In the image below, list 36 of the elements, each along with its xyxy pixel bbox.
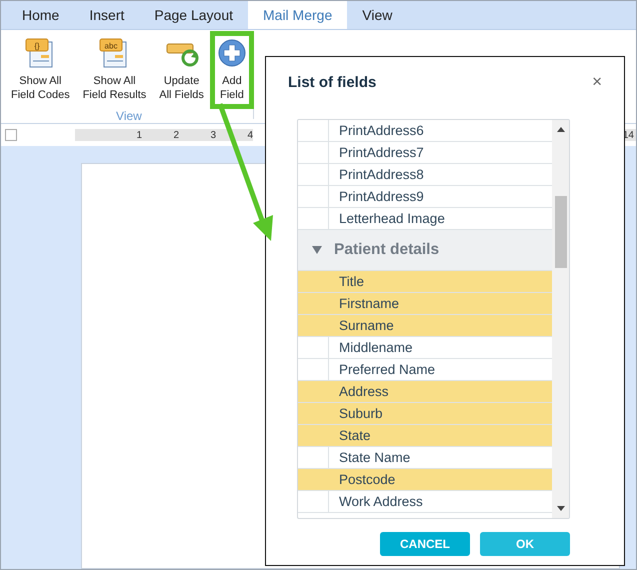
ribbon-tab[interactable]: Page Layout (139, 1, 248, 29)
close-button[interactable]: × (592, 72, 602, 92)
scroll-up-icon[interactable] (556, 126, 564, 132)
ribbon-button[interactable]: {} Show All Field Codes (4, 31, 77, 109)
field-row[interactable]: Title (298, 271, 552, 293)
ribbon-tab[interactable]: Mail Merge (248, 1, 348, 29)
field-row[interactable]: State Name (298, 447, 552, 469)
field-row[interactable]: Surname (298, 315, 552, 337)
field-row[interactable]: Address (298, 381, 552, 403)
ribbon-button[interactable]: Update All Fields (152, 31, 211, 109)
ribbon-button[interactable]: Add Field (210, 31, 254, 109)
group-label: View (115, 109, 143, 125)
field-row[interactable]: PrintAddress8 (298, 164, 552, 186)
field-row[interactable]: Letterhead Image (298, 208, 552, 230)
scroll-thumb[interactable] (554, 196, 566, 268)
ribbon-tab[interactable]: View (347, 1, 408, 29)
field-row[interactable]: Postcode (298, 469, 552, 491)
group-header[interactable]: Patient details (298, 230, 552, 271)
dialog-title: List of fields (288, 74, 376, 90)
tab-stop-icon[interactable] (5, 129, 17, 141)
plus-circle-icon (216, 38, 247, 68)
field-row[interactable]: Firstname (298, 293, 552, 315)
ribbon-button[interactable]: abc Show All Field Results (76, 31, 154, 109)
field-row[interactable]: PrintAddress6 (298, 120, 552, 142)
scroll-down-icon[interactable] (556, 506, 564, 512)
field-row[interactable]: Middlename (298, 337, 552, 359)
field-row[interactable]: Suburb (298, 403, 552, 425)
ribbon-tab[interactable]: Home (7, 1, 74, 29)
field-row[interactable]: State (298, 425, 552, 447)
field-row[interactable]: Preferred Name (298, 359, 552, 381)
field-row[interactable]: Work Address (298, 491, 552, 513)
field-row[interactable]: PrintAddress7 (298, 142, 552, 164)
field-row[interactable]: PrintAddress9 (298, 186, 552, 208)
scrollbar[interactable] (552, 120, 569, 518)
ribbon-tab[interactable]: Insert (74, 1, 140, 29)
ruler: 1 2 3 4 (75, 129, 253, 141)
